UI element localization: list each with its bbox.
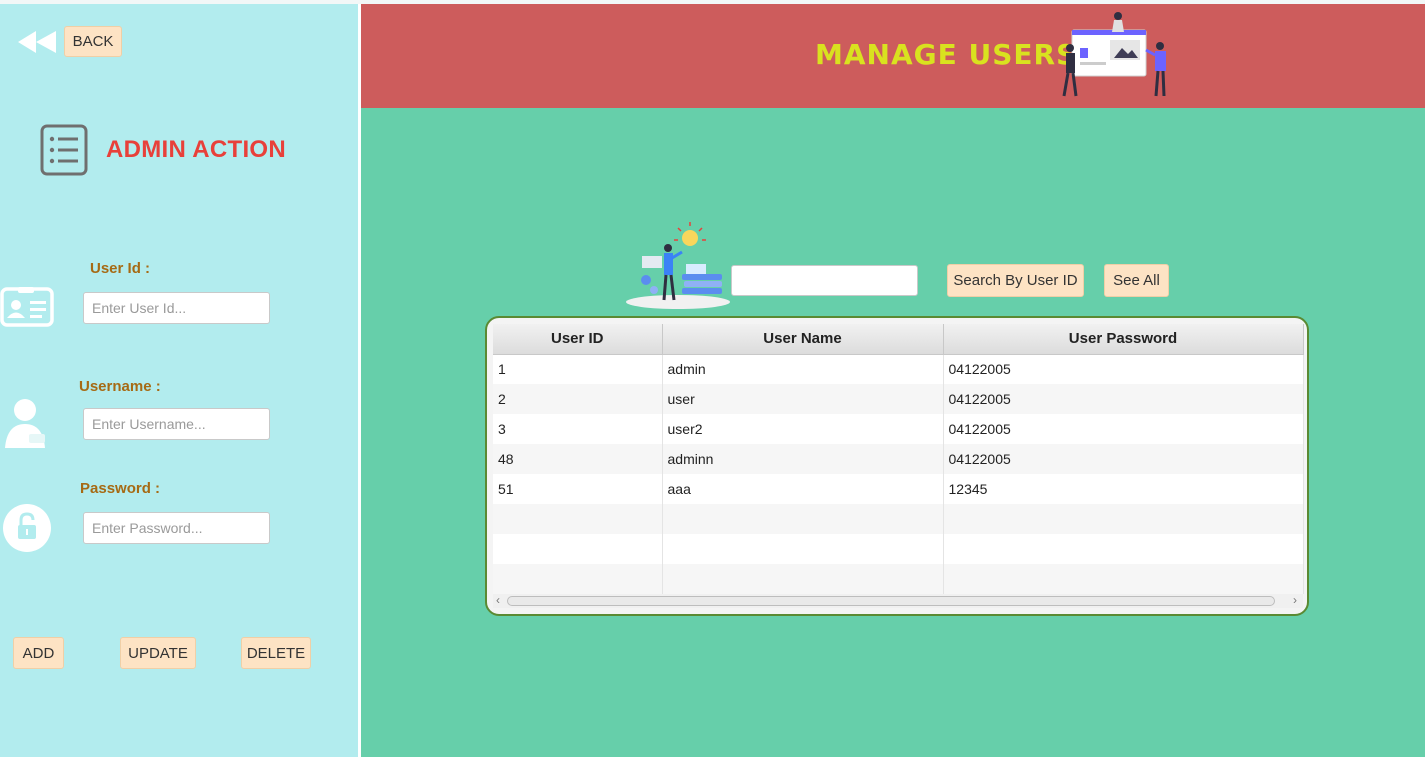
cell-user-password: 12345 <box>943 474 1304 504</box>
empty-row <box>493 504 1304 534</box>
user-icon <box>5 399 45 448</box>
username-label: Username : <box>79 378 161 395</box>
cell-user-id: 51 <box>493 474 663 504</box>
cell-user-name: user2 <box>662 414 944 444</box>
password-input[interactable] <box>83 512 270 544</box>
section-title: ADMIN ACTION <box>106 136 287 163</box>
cell-user-id: 48 <box>493 444 663 474</box>
table-row[interactable]: 2 user 04122005 <box>493 384 1304 414</box>
cell-user-id: 1 <box>493 354 663 384</box>
search-illustration <box>626 222 730 309</box>
back-button[interactable]: BACK <box>64 26 122 57</box>
add-button[interactable]: ADD <box>13 637 64 669</box>
cell-user-password: 04122005 <box>943 354 1304 384</box>
cell-user-name: admin <box>662 354 944 384</box>
cell-user-id: 2 <box>493 384 663 414</box>
cell-user-name: aaa <box>662 474 944 504</box>
cell-user-id: 3 <box>493 414 663 444</box>
id-card-icon <box>0 287 54 327</box>
empty-row <box>493 534 1304 564</box>
horizontal-scrollbar[interactable]: ‹ › <box>493 593 1303 608</box>
users-table: User ID User Name User Password 1 admin … <box>485 316 1309 616</box>
scrollbar-thumb[interactable] <box>507 596 1275 606</box>
password-label: Password : <box>80 480 161 497</box>
cell-user-name: user <box>662 384 944 414</box>
table-row[interactable]: 3 user2 04122005 <box>493 414 1304 444</box>
cell-user-password: 04122005 <box>943 414 1304 444</box>
table-row[interactable]: 48 adminn 04122005 <box>493 444 1304 474</box>
column-header-user-id[interactable]: User ID <box>493 324 663 355</box>
search-by-user-id-button[interactable]: Search By User ID <box>947 264 1084 297</box>
team-illustration <box>1062 12 1166 97</box>
delete-button[interactable]: DELETE <box>241 637 311 669</box>
cell-user-password: 04122005 <box>943 444 1304 474</box>
update-button[interactable]: UPDATE <box>120 637 196 669</box>
table-header-row: User ID User Name User Password <box>493 324 1304 355</box>
rewind-icon[interactable] <box>18 30 58 54</box>
page-title: MANAGE USERS <box>815 38 1078 71</box>
cell-user-password: 04122005 <box>943 384 1304 414</box>
user-id-label: User Id : <box>90 260 151 277</box>
see-all-button[interactable]: See All <box>1104 264 1169 297</box>
username-input[interactable] <box>83 408 270 440</box>
empty-row <box>493 564 1304 594</box>
table-row[interactable]: 51 aaa 12345 <box>493 474 1304 504</box>
scroll-left-icon[interactable]: ‹ <box>496 593 500 607</box>
scroll-right-icon[interactable]: › <box>1293 593 1297 607</box>
column-header-user-password[interactable]: User Password <box>943 324 1304 355</box>
list-icon <box>40 124 88 176</box>
lock-icon <box>3 504 51 552</box>
search-input[interactable] <box>731 265 918 296</box>
column-header-user-name[interactable]: User Name <box>662 324 944 355</box>
table-row[interactable]: 1 admin 04122005 <box>493 354 1304 384</box>
cell-user-name: adminn <box>662 444 944 474</box>
user-id-input[interactable] <box>83 292 270 324</box>
